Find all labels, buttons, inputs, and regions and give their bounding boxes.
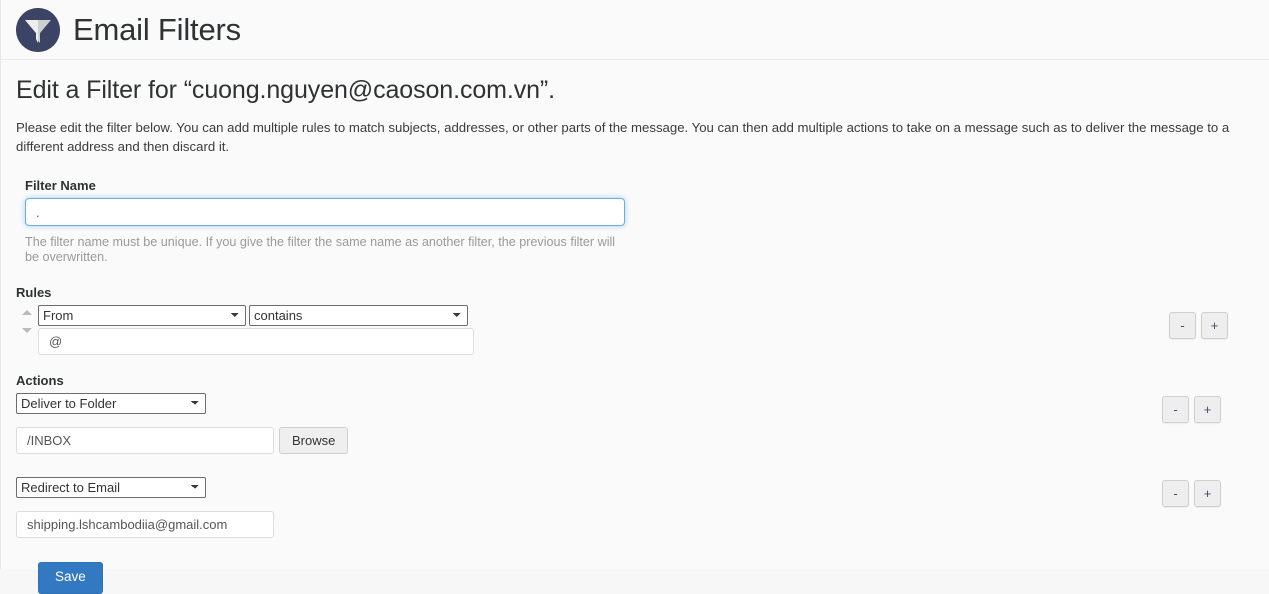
app-header: Email Filters — [1, 0, 1269, 60]
rules-section: Rules From contains @ - + — [16, 285, 1254, 356]
filter-name-help: The filter name must be unique. If you g… — [25, 235, 616, 265]
action-add-button-2[interactable]: + — [1194, 480, 1221, 508]
action-1-add-remove-group: - + — [1162, 396, 1221, 424]
actions-section: Actions Deliver to Folder Browse - + — [16, 373, 1254, 594]
action-value-line-2 — [16, 511, 1254, 539]
filter-edit-heading: Edit a Filter for “cuong.nguyen@caoson.c… — [16, 76, 555, 104]
action-row-2: Redirect to Email - + — [16, 477, 1254, 539]
action-2-add-remove-group: - + — [1162, 480, 1221, 508]
rule-value-input[interactable] — [38, 328, 474, 356]
page-title: Email Filters — [73, 12, 241, 47]
filter-name-group: Filter Name The filter name must be uniq… — [25, 178, 1254, 265]
triangle-down-icon[interactable] — [22, 328, 32, 334]
action-type-select-2[interactable]: Redirect to Email — [16, 477, 206, 499]
rule-add-button[interactable]: + — [1201, 312, 1228, 340]
rule-row: From contains - + — [22, 305, 1254, 356]
rule-fields: From contains — [38, 305, 1254, 356]
intro-text: Please edit the filter below. You can ad… — [16, 119, 1230, 154]
browse-button[interactable]: Browse — [279, 427, 349, 455]
rule-sort-handles — [16, 305, 38, 334]
action-type-select-1[interactable]: Deliver to Folder — [16, 393, 206, 415]
rule-remove-button[interactable]: - — [1169, 312, 1196, 340]
filter-name-input[interactable] — [25, 198, 625, 227]
action-row-1: Deliver to Folder Browse - + — [16, 393, 1254, 455]
funnel-filter-icon — [16, 7, 60, 52]
actions-label: Actions — [16, 373, 64, 389]
filter-name-label: Filter Name — [25, 178, 96, 194]
page-content: Edit a Filter for “cuong.nguyen@caoson.c… — [1, 60, 1269, 594]
rule-part-select[interactable]: From — [38, 305, 246, 327]
rules-add-remove-group: - + — [1169, 312, 1228, 340]
action-folder-input[interactable] — [16, 427, 274, 455]
triangle-up-icon[interactable] — [22, 310, 32, 316]
filter-form: Filter Name The filter name must be uniq… — [16, 178, 1254, 594]
rules-label: Rules — [16, 285, 52, 301]
email-filters-page: Email Filters Edit a Filter for “cuong.n… — [0, 0, 1269, 594]
action-email-input[interactable] — [16, 511, 274, 539]
action-add-button-1[interactable]: + — [1194, 396, 1221, 424]
rule-selects: From contains — [38, 305, 1254, 327]
action-remove-button-2[interactable]: - — [1162, 480, 1189, 508]
rule-operator-select[interactable]: contains — [249, 305, 468, 327]
action-remove-button-1[interactable]: - — [1162, 396, 1189, 424]
save-button[interactable]: Save — [38, 562, 103, 594]
action-value-line-1: Browse — [16, 427, 1254, 455]
